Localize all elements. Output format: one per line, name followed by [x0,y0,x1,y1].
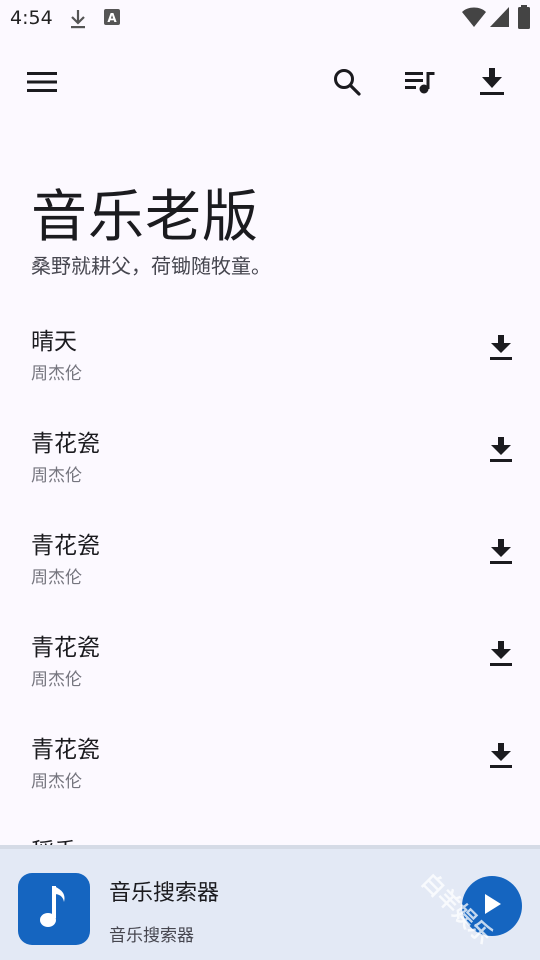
list-item[interactable]: 青花瓷 周杰伦 [0,402,540,504]
list-item[interactable]: 青花瓷 周杰伦 [0,504,540,606]
song-artist: 周杰伦 [31,466,82,486]
song-title: 晴天 [31,329,77,355]
song-download-button[interactable] [477,530,525,578]
download-button[interactable] [468,60,516,108]
song-download-button[interactable] [477,428,525,476]
download-icon [479,68,505,100]
song-artist: 周杰伦 [31,772,82,792]
download-icon [489,641,513,671]
page-subtitle: 桑野就耕父，荷锄随牧童。 [31,254,271,278]
a-status-icon: A [103,8,121,30]
status-bar: 4:54 A [0,0,540,36]
download-icon [489,437,513,467]
player-artwork [18,873,90,945]
list-item[interactable]: 晴天 周杰伦 [0,300,540,402]
song-title: 青花瓷 [31,737,100,763]
song-title: 青花瓷 [31,635,100,661]
search-button[interactable] [323,60,371,108]
song-artist: 周杰伦 [31,670,82,690]
list-item[interactable]: 青花瓷 周杰伦 [0,606,540,708]
download-icon [489,743,513,773]
playlist-button[interactable] [396,60,444,108]
signal-icon [490,6,510,32]
svg-text:A: A [107,11,117,25]
playlist-icon [405,69,435,99]
download-icon [489,335,513,365]
download-status-icon [68,8,88,34]
song-artist: 周杰伦 [31,364,82,384]
download-icon [489,539,513,569]
battery-icon [517,5,531,33]
song-title: 青花瓷 [31,533,100,559]
music-note-icon [37,884,71,934]
song-download-button[interactable] [477,734,525,782]
list-item[interactable]: 稻香 [0,810,540,845]
menu-button[interactable] [18,60,66,108]
song-artist: 周杰伦 [31,568,82,588]
app-bar [0,54,540,114]
page-title: 音乐老版 [31,185,259,250]
menu-icon [27,71,57,97]
list-item[interactable]: 青花瓷 周杰伦 [0,708,540,810]
song-title: 青花瓷 [31,431,100,457]
player-subtitle: 音乐搜索器 [109,926,194,946]
status-time: 4:54 [10,7,53,29]
search-icon [333,68,361,100]
song-title: 稻香 [31,832,77,845]
song-list: 晴天 周杰伦 青花瓷 周杰伦 青花瓷 周杰伦 青花瓷 周杰伦 青花瓷 周杰伦 [0,300,540,845]
song-download-button[interactable] [477,326,525,374]
wifi-icon [462,6,486,32]
player-title: 音乐搜索器 [109,881,220,906]
song-download-button[interactable] [477,632,525,680]
